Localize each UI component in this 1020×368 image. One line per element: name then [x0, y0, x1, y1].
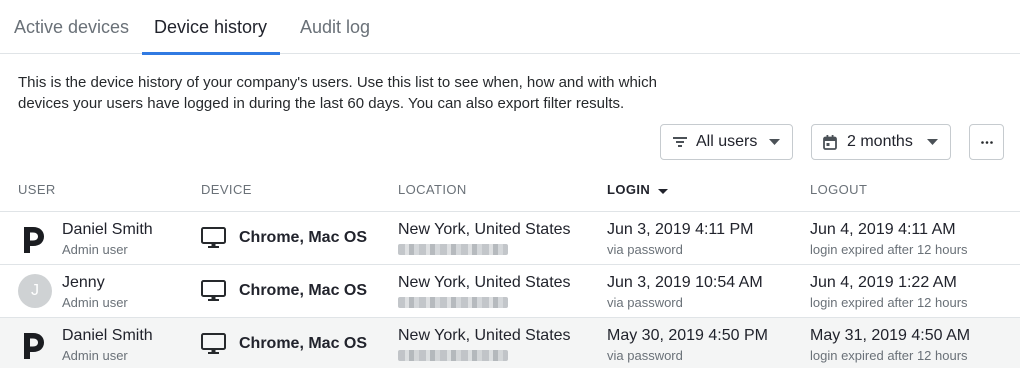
chevron-down-icon — [926, 139, 938, 145]
login-location: New York, United States — [398, 221, 571, 238]
desktop-monitor-icon — [201, 227, 226, 254]
device-name: Chrome, Mac OS — [239, 229, 368, 246]
logout-time: May 31, 2019 4:50 AM — [810, 327, 971, 344]
period-filter-label: 2 months — [847, 133, 913, 150]
login-method: via password — [607, 295, 683, 310]
user-name: Jenny — [62, 274, 105, 291]
table-row[interactable]: Daniel Smith Admin user Chrome, Mac OS N… — [0, 211, 1020, 264]
logout-reason: login expired after 12 hours — [810, 242, 968, 257]
user-name: Daniel Smith — [62, 327, 153, 344]
redacted-ip-address — [398, 297, 508, 308]
login-time: Jun 3, 2019 10:54 AM — [607, 274, 763, 291]
device-name: Chrome, Mac OS — [239, 282, 368, 299]
sort-descending-icon — [658, 182, 669, 197]
column-header-location: LOCATION — [398, 182, 467, 197]
login-method: via password — [607, 242, 683, 257]
page-description: This is the device history of your compa… — [18, 72, 738, 114]
redacted-ip-address — [398, 244, 508, 255]
user-filter-dropdown[interactable]: All users — [660, 124, 793, 160]
login-location: New York, United States — [398, 274, 571, 291]
calendar-icon — [823, 134, 837, 150]
device-name: Chrome, Mac OS — [239, 335, 368, 352]
logout-reason: login expired after 12 hours — [810, 348, 968, 363]
user-role: Admin user — [62, 348, 128, 363]
period-filter-dropdown[interactable]: 2 months — [811, 124, 951, 160]
company-logo-avatar — [18, 327, 52, 361]
logout-time: Jun 4, 2019 1:22 AM — [810, 274, 957, 291]
user-role: Admin user — [62, 242, 128, 257]
user-filter-label: All users — [696, 133, 758, 150]
column-header-login[interactable]: LOGIN — [607, 182, 669, 197]
user-role: Admin user — [62, 295, 128, 310]
logout-reason: login expired after 12 hours — [810, 295, 968, 310]
login-location: New York, United States — [398, 327, 571, 344]
tab-bar: Active devices Device history Audit log — [0, 0, 1020, 55]
column-header-logout: LOGOUT — [810, 182, 868, 197]
login-method: via password — [607, 348, 683, 363]
tab-device-history[interactable]: Device history — [141, 0, 281, 55]
desktop-monitor-icon — [201, 280, 226, 307]
login-time: May 30, 2019 4:50 PM — [607, 327, 768, 344]
tab-audit-log[interactable]: Audit log — [300, 0, 370, 54]
company-logo-avatar — [18, 221, 52, 255]
user-initial-avatar: J — [18, 274, 52, 308]
logout-time: Jun 4, 2019 4:11 AM — [810, 221, 956, 238]
chevron-down-icon — [769, 139, 781, 145]
tab-active-devices[interactable]: Active devices — [14, 0, 129, 54]
table-row[interactable]: J Jenny Admin user Chrome, Mac OS New Yo… — [0, 264, 1020, 317]
redacted-ip-address — [398, 350, 508, 361]
table-row[interactable]: Daniel Smith Admin user Chrome, Mac OS N… — [0, 317, 1020, 368]
column-header-user: USER — [18, 182, 56, 197]
ellipsis-icon — [980, 140, 993, 144]
desktop-monitor-icon — [201, 333, 226, 360]
user-name: Daniel Smith — [62, 221, 153, 238]
column-header-device: DEVICE — [201, 182, 252, 197]
login-time: Jun 3, 2019 4:11 PM — [607, 221, 754, 238]
filter-icon — [673, 136, 687, 148]
description-line-2: devices your users have logged in during… — [18, 95, 625, 112]
description-line-1: This is the device history of your compa… — [18, 74, 657, 91]
more-options-button[interactable] — [969, 124, 1004, 160]
